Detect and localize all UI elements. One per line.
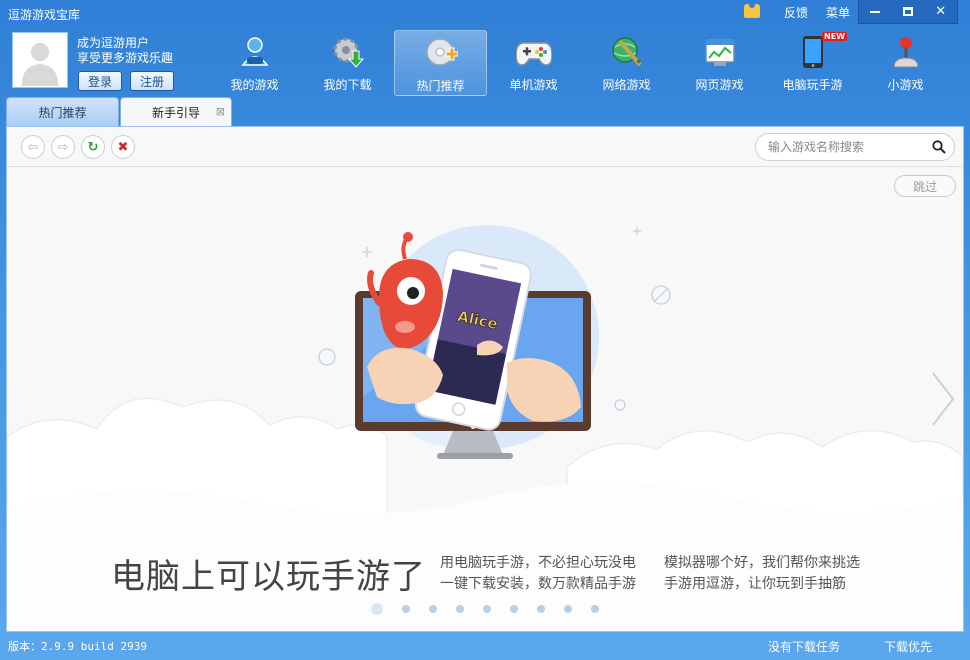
login-button[interactable]: 登录	[78, 71, 122, 91]
user-gamepad-icon	[237, 34, 273, 70]
version-text: 版本：2.9.9 build 2939	[8, 640, 147, 653]
close-button[interactable]: ✕	[929, 2, 953, 22]
joystick-icon	[888, 34, 924, 70]
stop-button[interactable]: ✖	[111, 135, 135, 159]
forward-button[interactable]: ⇨	[51, 135, 75, 159]
download-priority-toggle[interactable]: 下载优先	[884, 638, 932, 655]
app-title: 逗游游戏宝库	[8, 8, 81, 22]
nav-label: 网页游戏	[695, 78, 744, 92]
back-button[interactable]: ⇦	[21, 135, 45, 159]
maximize-icon	[902, 7, 913, 16]
feedback-button[interactable]: 反馈	[784, 4, 808, 21]
gear-download-icon	[330, 34, 366, 70]
page-dot-3[interactable]	[429, 605, 437, 613]
page-dot-7[interactable]	[537, 605, 545, 613]
page-dot-2[interactable]	[402, 605, 410, 613]
gamepad-icon	[515, 34, 552, 70]
desc-line: 一键下载安装，数万款精品手游	[440, 576, 636, 592]
avatar-head	[31, 43, 49, 61]
window-controls: ✕	[858, 0, 958, 24]
nav-label: 我的游戏	[230, 78, 279, 92]
minimize-button[interactable]	[863, 2, 887, 22]
nav-pc-mobile-games[interactable]: NEW 电脑玩手游	[766, 30, 859, 96]
nav-label: 单机游戏	[509, 78, 558, 92]
search-icon[interactable]	[932, 140, 946, 154]
minimize-icon	[870, 10, 881, 13]
avatar[interactable]	[12, 32, 68, 88]
title-bar: 逗游游戏宝库 反馈 菜单 ✕	[0, 0, 970, 28]
tab-hot-recommend[interactable]: 热门推荐	[6, 97, 119, 126]
page-dot-8[interactable]	[564, 605, 572, 613]
nav-single-player[interactable]: 单机游戏	[487, 30, 580, 96]
stop-icon: ✖	[117, 139, 129, 155]
title-actions: 反馈 菜单	[743, 4, 850, 21]
nav-web-games[interactable]: 网页游戏	[673, 30, 766, 96]
browser-toolbar: ⇦ ⇨ ↻ ✖	[7, 127, 963, 167]
nav-label: 我的下载	[323, 78, 372, 92]
guide-desc-right: 模拟器哪个好，我们帮你来挑选 手游用逗游，让你玩到手抽筋	[664, 553, 860, 595]
page-dots	[371, 603, 599, 615]
refresh-icon: ↻	[87, 139, 99, 155]
nav-label: 热门推荐	[416, 79, 465, 93]
nav-hot-recommend[interactable]: 热门推荐	[394, 30, 487, 96]
tab-bar: 热门推荐 新手引导 ⊠	[6, 97, 232, 126]
disc-plus-icon	[423, 35, 459, 71]
deco-ring	[614, 399, 626, 411]
tshirt-icon	[743, 4, 760, 18]
page-dot-1[interactable]	[371, 603, 383, 615]
main-nav: 我的游戏 我的下载 热门推荐 单机游戏 网络游戏 网页游戏 NEW 电脑玩手游 …	[208, 30, 952, 96]
monitor-neck	[443, 431, 503, 455]
search-box	[755, 133, 955, 161]
page-dot-6[interactable]	[510, 605, 518, 613]
menu-button[interactable]: 菜单	[826, 4, 850, 21]
tab-beginner-guide[interactable]: 新手引导 ⊠	[120, 97, 232, 126]
tab-label: 新手引导	[151, 105, 200, 120]
status-bar: 版本：2.9.9 build 2939 没有下载任务 下载优先	[0, 632, 970, 660]
nav-mini-games[interactable]: 小游戏	[859, 30, 952, 96]
close-icon: ✕	[935, 4, 947, 19]
app-window: 逗游游戏宝库 反馈 菜单 ✕ 成为逗游用户 享受更多游戏乐趣 登录 注册 我的游…	[0, 0, 970, 660]
content-area: ⇦ ⇨ ↻ ✖ 跳过	[6, 126, 964, 632]
nav-label: 小游戏	[887, 78, 924, 92]
new-badge: NEW	[822, 32, 847, 41]
guide-headline: 电脑上可以玩手游了	[111, 557, 426, 597]
guide-stage: 跳过 Alice 电脑上可以玩手游了 用电脑玩手游，不必担心玩没电 一键下载安装…	[7, 167, 963, 631]
deco-plus-small	[633, 227, 641, 235]
desc-line: 手游用逗游，让你玩到手抽筋	[664, 576, 846, 592]
nav-label: 网络游戏	[602, 78, 651, 92]
register-button[interactable]: 注册	[130, 71, 174, 91]
monitor-base	[437, 453, 513, 459]
arrow-right-icon: ⇨	[57, 139, 69, 155]
desc-line: 模拟器哪个好，我们帮你来挑选	[664, 555, 860, 571]
maximize-button[interactable]	[896, 2, 920, 22]
page-dot-4[interactable]	[456, 605, 464, 613]
avatar-body	[22, 64, 58, 86]
search-input[interactable]	[768, 139, 928, 155]
nav-online-games[interactable]: 网络游戏	[580, 30, 673, 96]
deco-block-line	[653, 287, 669, 303]
next-slide-arrow[interactable]	[932, 372, 955, 426]
tab-close-icon[interactable]: ⊠	[216, 105, 225, 118]
refresh-button[interactable]: ↻	[81, 135, 105, 159]
guide-desc-left: 用电脑玩手游，不必担心玩没电 一键下载安装，数万款精品手游	[440, 553, 636, 595]
download-tasks-status: 没有下载任务	[768, 640, 841, 654]
page-dot-9[interactable]	[591, 605, 599, 613]
deco-compass-icon	[318, 348, 336, 366]
deco-plus	[362, 247, 372, 257]
skin-button[interactable]	[743, 4, 766, 21]
nav-my-downloads[interactable]: 我的下载	[301, 30, 394, 96]
page-dot-5[interactable]	[483, 605, 491, 613]
arrow-left-icon: ⇦	[27, 139, 39, 155]
user-prompt-line2: 享受更多游戏乐趣	[77, 51, 174, 65]
browser-chart-icon	[702, 34, 738, 70]
globe-sword-icon	[609, 34, 645, 70]
nav-my-games[interactable]: 我的游戏	[208, 30, 301, 96]
desc-line: 用电脑玩手游，不必担心玩没电	[440, 555, 636, 571]
nav-label: 电脑玩手游	[782, 78, 843, 92]
